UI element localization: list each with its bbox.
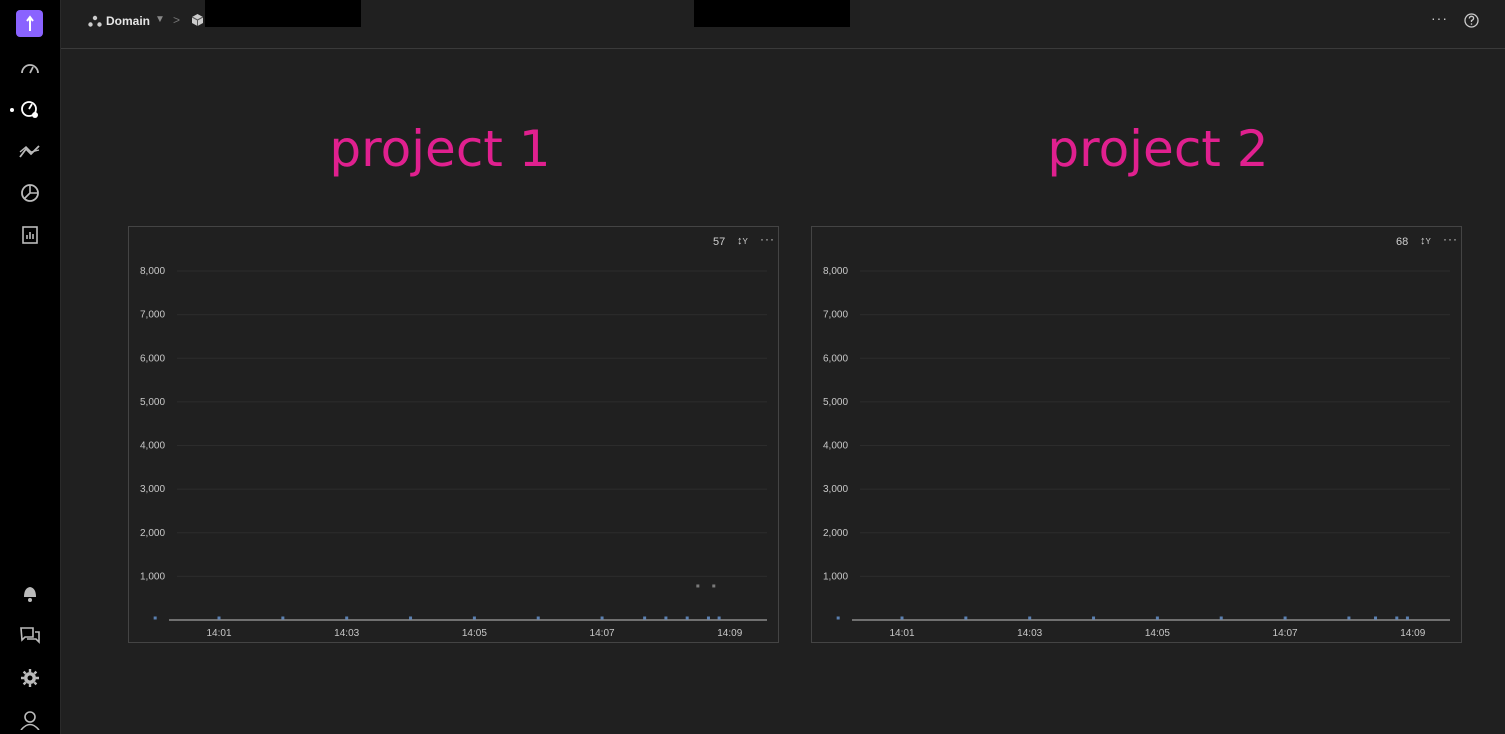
x-tick-label: 14:09 xyxy=(717,628,742,639)
y-tick-label: 8,000 xyxy=(140,266,165,277)
data-point[interactable] xyxy=(409,616,413,620)
data-point[interactable] xyxy=(345,616,349,620)
x-tick-label: 14:07 xyxy=(590,628,615,639)
x-tick-label: 14:05 xyxy=(462,628,487,639)
y-tick-label: 6,000 xyxy=(140,353,165,364)
y-tick-label: 8,000 xyxy=(823,266,848,277)
data-point[interactable] xyxy=(643,616,647,620)
data-point[interactable] xyxy=(685,616,689,620)
data-point[interactable] xyxy=(1405,616,1409,620)
y-tick-label: 5,000 xyxy=(140,397,165,408)
y-tick-label: 2,000 xyxy=(823,528,848,539)
report-icon[interactable] xyxy=(18,223,42,247)
monitor-settings-icon[interactable] xyxy=(18,98,42,122)
x-tick-label: 14:03 xyxy=(334,628,359,639)
breadcrumb-domain-label: Domain xyxy=(106,14,151,28)
data-point[interactable] xyxy=(536,616,540,620)
top-bar: Domain ▼ > ··· xyxy=(61,0,1505,49)
app-logo[interactable] xyxy=(16,10,43,37)
data-point[interactable] xyxy=(706,616,710,620)
x-tick-label: 14:07 xyxy=(1273,628,1298,639)
y-tick-label: 1,000 xyxy=(140,571,165,582)
logo-icon xyxy=(25,14,34,31)
chevron-down-icon[interactable]: ▼ xyxy=(155,14,165,25)
chart-panel-1: 57 ↕Y ··· 1,000 2,000 3,000 4,000 5,000 6,000… xyxy=(128,226,779,643)
cube-icon xyxy=(192,14,203,26)
y-tick-label: 5,000 xyxy=(823,397,848,408)
data-point[interactable] xyxy=(217,616,221,620)
x-tick-label: 14:03 xyxy=(1017,628,1042,639)
data-point[interactable] xyxy=(1155,616,1159,620)
help-circle-icon[interactable] xyxy=(1464,13,1479,28)
y-tick-label: 3,000 xyxy=(140,484,165,495)
sidebar xyxy=(0,0,61,734)
chat-icon[interactable] xyxy=(18,624,42,648)
data-point[interactable] xyxy=(281,616,285,620)
data-point[interactable] xyxy=(1395,616,1399,620)
y-tick-label: 7,000 xyxy=(823,310,848,321)
data-point[interactable] xyxy=(717,616,721,620)
data-point[interactable] xyxy=(1374,616,1378,620)
scatter-chart: 1,000 2,000 3,000 4,000 5,000 6,000 7,000 8,000… xyxy=(140,266,767,639)
x-tick-label: 14:09 xyxy=(1400,628,1425,639)
bell-icon[interactable] xyxy=(18,581,42,605)
data-point[interactable] xyxy=(600,616,604,620)
data-point[interactable] xyxy=(712,584,716,588)
data-point[interactable] xyxy=(472,616,476,620)
x-tick-label: 14:01 xyxy=(889,628,914,639)
y-tick-label: 1,000 xyxy=(823,571,848,582)
data-point[interactable] xyxy=(664,616,668,620)
data-point[interactable] xyxy=(1028,616,1032,620)
data-point[interactable] xyxy=(964,616,968,620)
y-tick-label: 6,000 xyxy=(823,353,848,364)
more-options-button[interactable]: ··· xyxy=(1431,10,1448,26)
breadcrumb-domain[interactable]: Domain xyxy=(88,12,150,30)
trends-icon[interactable] xyxy=(18,140,42,164)
data-point[interactable] xyxy=(1092,616,1096,620)
y-tick-label: 4,000 xyxy=(140,441,165,452)
data-point[interactable] xyxy=(1347,616,1351,620)
y-tick-label: 2,000 xyxy=(140,528,165,539)
hierarchy-icon xyxy=(88,15,102,27)
data-point[interactable] xyxy=(836,616,840,620)
y-tick-label: 7,000 xyxy=(140,310,165,321)
gear-icon[interactable] xyxy=(18,666,42,690)
data-point[interactable] xyxy=(696,584,700,588)
project-2-title: project 2 xyxy=(1047,120,1269,178)
data-point[interactable] xyxy=(1219,616,1223,620)
chevron-right-icon: > xyxy=(173,13,181,27)
data-point[interactable] xyxy=(900,616,904,620)
y-tick-label: 4,000 xyxy=(823,441,848,452)
data-point[interactable] xyxy=(153,616,157,620)
scatter-chart: 1,000 2,000 3,000 4,000 5,000 6,000 7,000 8,000… xyxy=(823,266,1450,639)
user-icon[interactable] xyxy=(18,708,42,732)
x-tick-label: 14:05 xyxy=(1145,628,1170,639)
y-tick-label: 3,000 xyxy=(823,484,848,495)
x-tick-label: 14:01 xyxy=(206,628,231,639)
pie-chart-icon[interactable] xyxy=(18,181,42,205)
active-indicator xyxy=(10,108,14,112)
data-point[interactable] xyxy=(1283,616,1287,620)
project-1-title: project 1 xyxy=(329,120,551,178)
dashboard-gauge-icon[interactable] xyxy=(18,57,42,81)
redacted-breadcrumb xyxy=(205,0,361,27)
chart-panel-2: 68 ↕Y ··· 1,000 2,000 3,000 4,000 5,000 6,000… xyxy=(811,226,1462,643)
redacted-title xyxy=(694,0,850,27)
